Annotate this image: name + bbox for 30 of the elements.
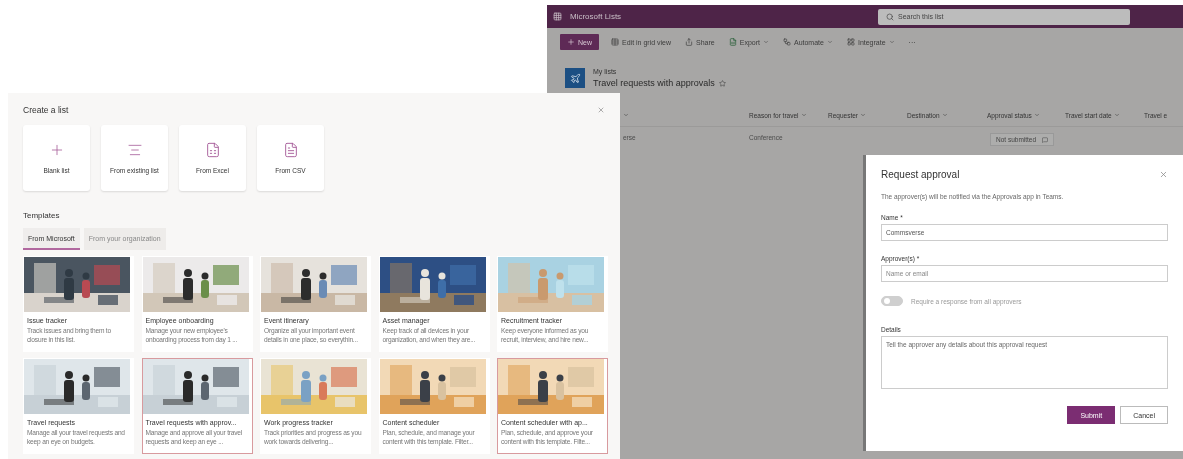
chevron-icon	[941, 112, 948, 118]
chevron-icon	[800, 112, 807, 118]
chevron-icon[interactable]	[623, 112, 629, 118]
chevron-icon	[860, 112, 866, 118]
chevron-icon	[888, 39, 895, 45]
plus-icon	[567, 38, 575, 46]
list-icon	[565, 68, 585, 88]
section-heading: Templates	[23, 211, 61, 220]
chevron-icon	[1033, 112, 1040, 118]
lines-icon	[126, 142, 143, 158]
list-title: Travel requests with approvals	[593, 78, 715, 88]
grid-icon	[611, 38, 619, 46]
app-name: Microsoft Lists	[570, 12, 623, 21]
favorite-icon[interactable]	[718, 79, 726, 87]
chevron-icon	[762, 39, 769, 45]
flow-icon	[782, 38, 791, 46]
document-icon	[282, 142, 299, 158]
chevron-icon	[826, 39, 833, 45]
search-icon	[886, 12, 894, 21]
share-icon	[685, 38, 694, 46]
chevron-icon	[1113, 112, 1120, 118]
integrate-icon	[846, 38, 855, 46]
panel-title: Create a list	[23, 105, 69, 115]
spreadsheet-icon	[204, 142, 221, 158]
close-button[interactable]	[597, 106, 605, 114]
comment-icon	[1042, 136, 1049, 143]
dialog-title: Request approval	[881, 169, 960, 180]
spreadsheet-icon	[728, 38, 737, 46]
app-launcher-icon[interactable]	[553, 12, 562, 21]
close-button[interactable]	[1159, 170, 1168, 179]
